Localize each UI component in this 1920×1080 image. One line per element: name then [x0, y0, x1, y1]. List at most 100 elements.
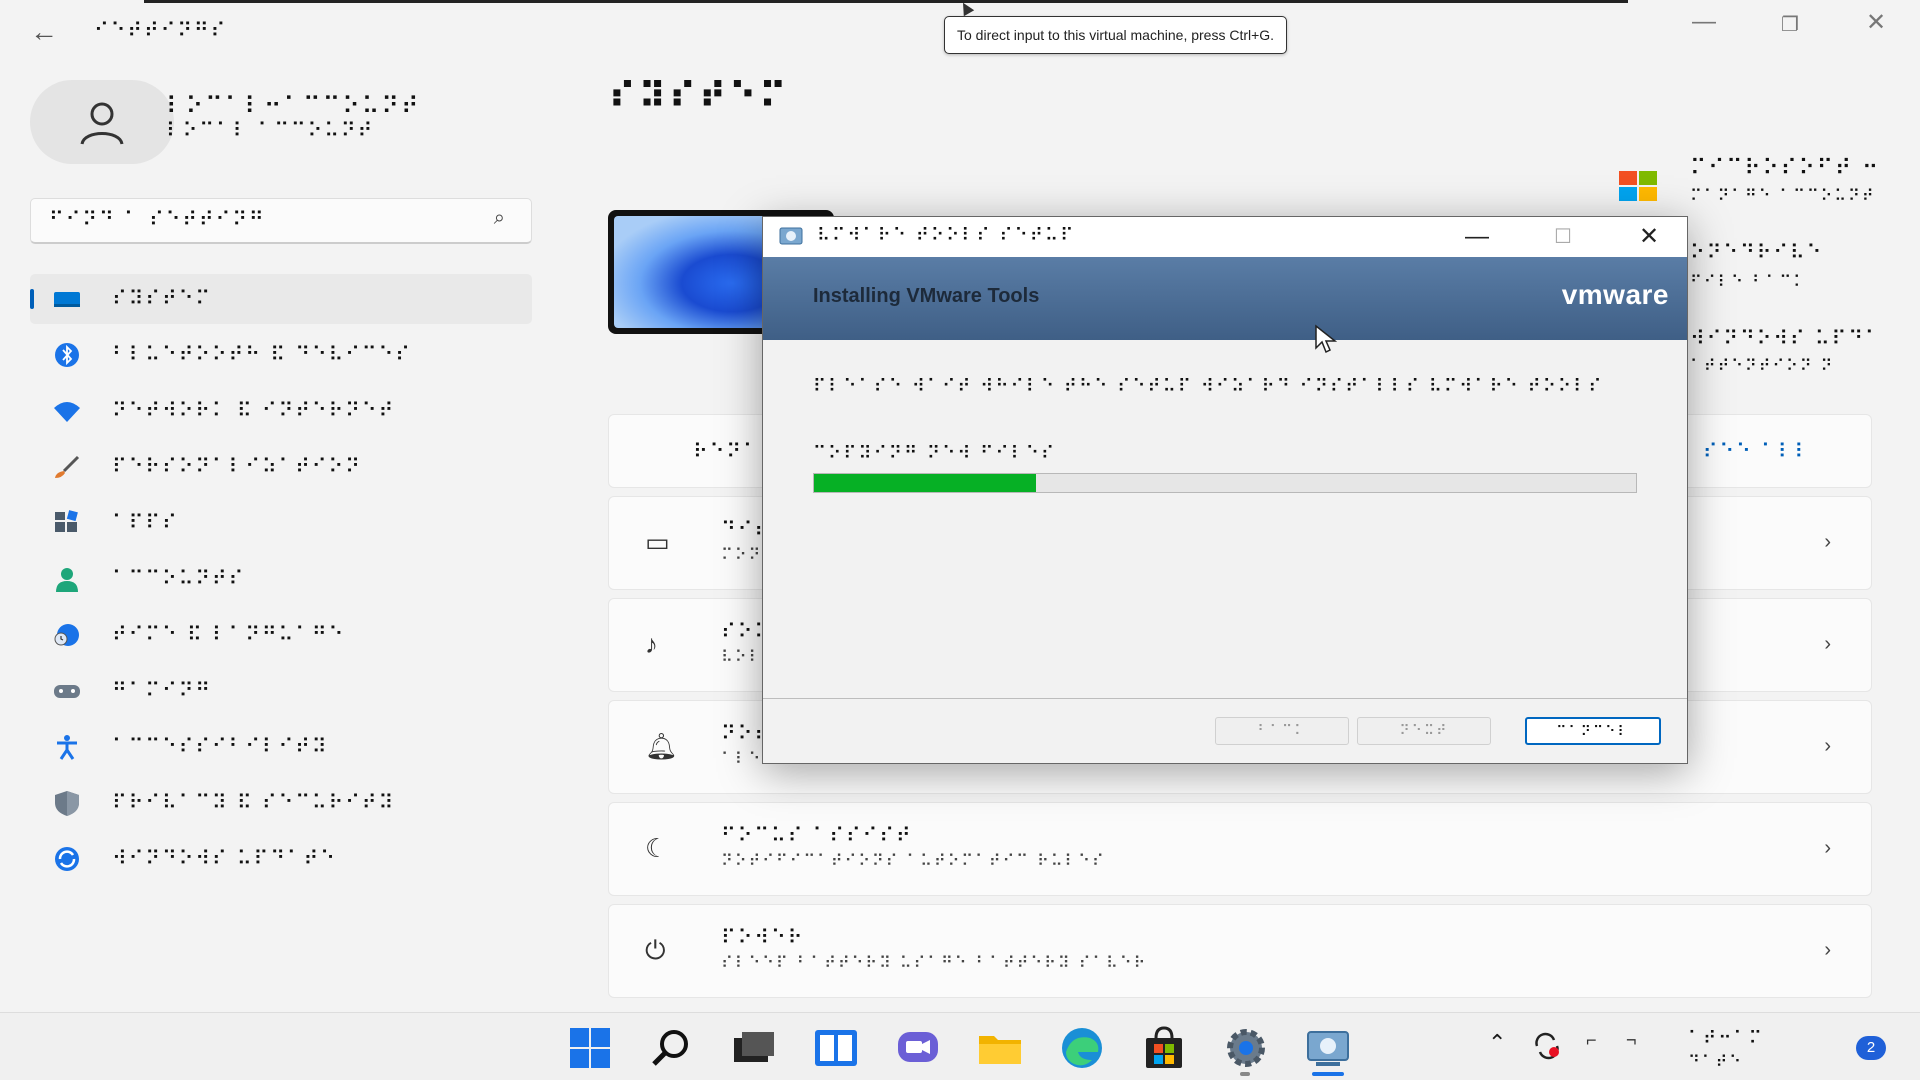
vm-window-edge	[144, 0, 1628, 3]
chevron-right-icon: ›	[1824, 735, 1831, 757]
windows-update-subtitle: ⠁⠞⠞⠑⠝⠞⠊⠕⠝ ⠝	[1690, 356, 1835, 375]
speaker-icon: ♪	[645, 629, 658, 659]
settings-icon[interactable]	[1222, 1024, 1270, 1072]
file-explorer-icon[interactable]	[976, 1024, 1024, 1072]
sidebar-item-label: ⠏⠗⠊⠧⠁⠉⠽ ⠯ ⠎⠑⠉⠥⠗⠊⠞⠽	[112, 790, 396, 814]
chevron-right-icon: ›	[1824, 531, 1831, 553]
store-icon[interactable]	[1140, 1024, 1188, 1072]
settings-card-power[interactable]: ⏻ ⠏⠕⠺⠑⠗ ⠎⠇⠑⠑⠏ ⠃⠁⠞⠞⠑⠗⠽ ⠥⠎⠁⠛⠑ ⠃⠁⠞⠞⠑⠗⠽ ⠎⠁⠧⠑…	[608, 904, 1872, 998]
volume-icon[interactable]: ¬	[1626, 1030, 1637, 1051]
card-subtitle: ⠎⠇⠑⠑⠏ ⠃⠁⠞⠞⠑⠗⠽ ⠥⠎⠁⠛⠑ ⠃⠁⠞⠞⠑⠗⠽ ⠎⠁⠧⠑⠗	[721, 953, 1148, 972]
user-email: ⠇⠕⠉⠁⠇ ⠁⠉⠉⠕⠥⠝⠞	[166, 118, 375, 142]
onedrive-subtitle: ⠋⠊⠇⠑ ⠃⠁⠉⠅	[1690, 272, 1807, 291]
search-box[interactable]: ⠋⠊⠝⠙ ⠁ ⠎⠑⠞⠞⠊⠝⠛ ⌕	[30, 198, 532, 244]
microsoft-logo	[1619, 171, 1657, 201]
dialog-maximize-button: ☐	[1554, 226, 1572, 248]
chat-icon[interactable]	[894, 1024, 942, 1072]
sidebar-item-label: ⠃⠇⠥⠑⠞⠕⠕⠞⠓ ⠯ ⠙⠑⠧⠊⠉⠑⠎	[112, 342, 412, 366]
chevron-right-icon: ›	[1824, 633, 1831, 655]
sidebar-item-label: ⠏⠑⠗⠎⠕⠝⠁⠇⠊⠵⠁⠞⠊⠕⠝	[112, 454, 362, 478]
page-title: ⠎⠽⠎⠞⠑⠍	[608, 76, 789, 117]
sidebar-item-privacy[interactable]: ⠏⠗⠊⠧⠁⠉⠽ ⠯ ⠎⠑⠉⠥⠗⠊⠞⠽	[30, 778, 532, 828]
cancel-button[interactable]: ⠉⠁⠝⠉⠑⠇	[1525, 717, 1661, 745]
sidebar-item-accessibility[interactable]: ⠁⠉⠉⠑⠎⠎⠊⠃⠊⠇⠊⠞⠽	[30, 722, 532, 772]
apps-icon	[55, 510, 78, 532]
card-subtitle: ⠝⠕⠞⠊⠋⠊⠉⠁⠞⠊⠕⠝⠎ ⠁⠥⠞⠕⠍⠁⠞⠊⠉ ⠗⠥⠇⠑⠎	[721, 851, 1106, 870]
dialog-heading: Installing VMware Tools	[813, 285, 1040, 307]
monitor-icon: ▭	[645, 527, 670, 557]
back-button: ⠃⠁⠉⠅	[1215, 717, 1349, 745]
dialog-header-banner: Installing VMware Tools vmware	[763, 257, 1687, 340]
vmware-setup-icon[interactable]	[1304, 1024, 1352, 1072]
edge-icon[interactable]	[1058, 1024, 1106, 1072]
active-indicator	[30, 289, 34, 309]
moon-icon: ☾	[645, 833, 669, 863]
bluetooth-icon	[55, 343, 79, 367]
chevron-up-icon[interactable]: ⌃	[1488, 1030, 1506, 1056]
close-button[interactable]: ✕	[1856, 8, 1896, 37]
sidebar-item-apps[interactable]: ⠁⠏⠏⠎	[30, 498, 532, 548]
chevron-right-icon: ›	[1824, 939, 1831, 961]
sidebar-item-label: ⠛⠁⠍⠊⠝⠛	[112, 678, 212, 702]
sidebar-item-gaming[interactable]: ⠛⠁⠍⠊⠝⠛	[30, 666, 532, 716]
sidebar-item-label: ⠞⠊⠍⠑ ⠯ ⠇⠁⠝⠛⠥⠁⠛⠑	[112, 622, 346, 646]
person-icon	[80, 102, 124, 145]
sidebar-item-accounts[interactable]: ⠁⠉⠉⠕⠥⠝⠞⠎	[30, 554, 532, 604]
windows-update-title: ⠺⠊⠝⠙⠕⠺⠎ ⠥⠏⠙⠁	[1690, 326, 1882, 350]
vmware-tools-setup-dialog[interactable]: ⠧⠍⠺⠁⠗⠑ ⠞⠕⠕⠇⠎ ⠎⠑⠞⠥⠏ — ☐ ✕ Installing VMwa…	[762, 216, 1688, 764]
back-arrow-icon[interactable]: ←	[30, 16, 58, 48]
see-all-link[interactable]: ⠎⠑⠑ ⠁⠇⠇	[1703, 439, 1811, 463]
settings-card-focus[interactable]: ☾ ⠋⠕⠉⠥⠎ ⠁⠎⠎⠊⠎⠞ ⠝⠕⠞⠊⠋⠊⠉⠁⠞⠊⠕⠝⠎ ⠁⠥⠞⠕⠍⠁⠞⠊⠉ ⠗…	[608, 802, 1872, 896]
windows-update-icon	[55, 847, 79, 871]
sidebar-item-label: ⠺⠊⠝⠙⠕⠺⠎ ⠥⠏⠙⠁⠞⠑	[112, 846, 337, 870]
onedrive-title: ⠕⠝⠑⠙⠗⠊⠧⠑	[1690, 240, 1824, 264]
task-view-icon[interactable]	[730, 1024, 778, 1072]
app-title: ⠊⠑⠞⠞⠊⠝⠛⠎	[94, 18, 228, 42]
sidebar-item-label: ⠁⠉⠉⠕⠥⠝⠞⠎	[112, 566, 246, 590]
sidebar-item-label: ⠎⠽⠎⠞⠑⠍	[112, 286, 212, 310]
sidebar-item-system[interactable]: ⠎⠽⠎⠞⠑⠍	[30, 274, 532, 324]
next-button: ⠝⠑⠭⠞	[1357, 717, 1491, 745]
mouse-pointer-icon	[1315, 324, 1338, 354]
vm-input-tooltip: To direct input to this virtual machine,…	[944, 16, 1288, 54]
accessibility-icon	[57, 735, 77, 760]
sync-icon[interactable]	[1532, 1032, 1562, 1060]
search-icon[interactable]	[648, 1024, 696, 1072]
sidebar-item-bluetooth[interactable]: ⠃⠇⠥⠑⠞⠕⠕⠞⠓ ⠯ ⠙⠑⠧⠊⠉⠑⠎	[30, 330, 532, 380]
accounts-icon	[56, 568, 78, 592]
dialog-description: ⠏⠇⠑⠁⠎⠑ ⠺⠁⠊⠞ ⠺⠓⠊⠇⠑ ⠞⠓⠑ ⠎⠑⠞⠥⠏ ⠺⠊⠵⠁⠗⠙ ⠊⠝⠎⠞⠁…	[813, 376, 1604, 397]
dialog-minimize-button[interactable]: —	[1447, 219, 1507, 255]
card-title: ⠋⠕⠉⠥⠎ ⠁⠎⠎⠊⠎⠞	[721, 823, 913, 847]
card-title: ⠏⠕⠺⠑⠗	[721, 925, 805, 949]
setup-app-icon	[779, 227, 803, 245]
chevron-right-icon: ›	[1824, 837, 1831, 859]
brush-icon	[55, 455, 80, 478]
sidebar-item-personalization[interactable]: ⠏⠑⠗⠎⠕⠝⠁⠇⠊⠵⠁⠞⠊⠕⠝	[30, 442, 532, 492]
dialog-divider	[763, 698, 1687, 699]
dialog-close-button[interactable]: ✕	[1619, 219, 1679, 255]
search-input[interactable]: ⠋⠊⠝⠙ ⠁ ⠎⠑⠞⠞⠊⠝⠛	[49, 207, 266, 231]
widgets-icon[interactable]	[812, 1024, 860, 1072]
sidebar-item-windows-update[interactable]: ⠺⠊⠝⠙⠕⠺⠎ ⠥⠏⠙⠁⠞⠑	[30, 834, 532, 884]
sidebar-item-label: ⠝⠑⠞⠺⠕⠗⠅ ⠯ ⠊⠝⠞⠑⠗⠝⠑⠞	[112, 398, 396, 422]
bell-icon: 🔔︎	[645, 731, 679, 761]
avatar[interactable]	[30, 80, 174, 164]
active-app-indicator	[1312, 1072, 1344, 1076]
sidebar-item-time-language[interactable]: ⠞⠊⠍⠑ ⠯ ⠇⠁⠝⠛⠥⠁⠛⠑	[30, 610, 532, 660]
network-icon[interactable]: ⌐	[1586, 1030, 1597, 1051]
restore-button[interactable]: ❐	[1770, 12, 1810, 37]
start-icon[interactable]	[566, 1024, 614, 1072]
minimize-button[interactable]: —	[1684, 8, 1724, 36]
shield-icon	[55, 791, 79, 816]
search-icon: ⌕	[493, 207, 505, 229]
user-name: ⠇⠕⠉⠁⠇⠒⠁⠉⠉⠕⠥⠝⠞	[166, 92, 421, 120]
sidebar-item-label: ⠁⠏⠏⠎	[112, 510, 179, 534]
ms365-title: ⠍⠊⠉⠗⠕⠎⠕⠋⠞ ⠒	[1690, 156, 1881, 181]
taskbar-date[interactable]: ⠙⠁⠞⠑	[1688, 1052, 1743, 1071]
dialog-titlebar[interactable]: ⠧⠍⠺⠁⠗⠑ ⠞⠕⠕⠇⠎ ⠎⠑⠞⠥⠏ — ☐ ✕	[763, 217, 1687, 257]
sidebar-item-label: ⠁⠉⠉⠑⠎⠎⠊⠃⠊⠇⠊⠞⠽	[112, 734, 329, 758]
sidebar-item-network[interactable]: ⠝⠑⠞⠺⠕⠗⠅ ⠯ ⠊⠝⠞⠑⠗⠝⠑⠞	[30, 386, 532, 436]
taskbar-clock[interactable]: ⠁⠞⠒⠁⠍	[1688, 1028, 1764, 1049]
ms365-subtitle[interactable]: ⠍⠁⠝⠁⠛⠑ ⠁⠉⠉⠕⠥⠝⠞	[1690, 186, 1875, 205]
notification-badge[interactable]: 2	[1856, 1036, 1886, 1060]
